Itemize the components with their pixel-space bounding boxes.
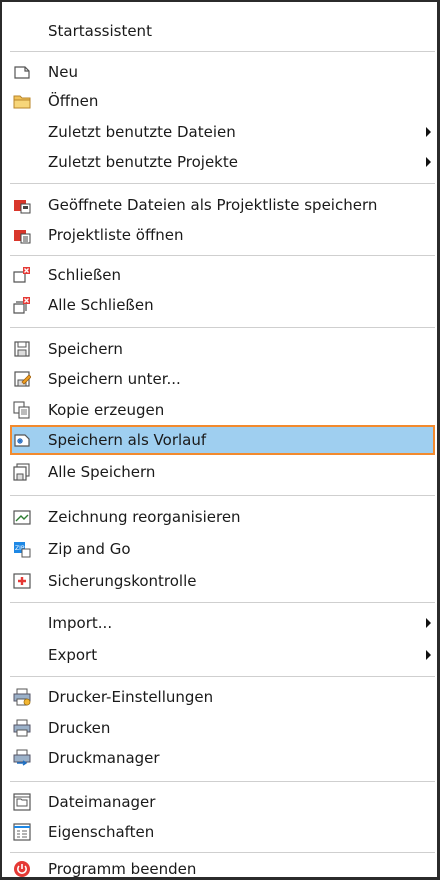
- menu-item-export[interactable]: Export: [10, 640, 435, 670]
- save-as-template-icon: [13, 431, 31, 449]
- menu-item-neu[interactable]: Neu: [10, 57, 435, 87]
- menu-item-dateimanager[interactable]: Dateimanager: [10, 787, 435, 817]
- print-manager-icon: [13, 749, 31, 767]
- close-all-icon: [13, 296, 31, 314]
- menu-item-label: Alle Speichern: [48, 463, 156, 481]
- menu-separator: [10, 676, 435, 677]
- menu-item-label: Projektliste öffnen: [48, 226, 184, 244]
- menu-item-label: Öffnen: [48, 92, 99, 110]
- save-project-list-icon: [13, 196, 31, 214]
- menu-item-label: Neu: [48, 63, 78, 81]
- zip-icon: ZIP: [13, 540, 31, 558]
- menu-item-projektliste-oeffnen[interactable]: Projektliste öffnen: [10, 220, 435, 250]
- menu-item-drucker-einstellungen[interactable]: Drucker-Einstellungen: [10, 682, 435, 712]
- close-document-icon: [13, 266, 31, 284]
- menu-item-label: Eigenschaften: [48, 823, 155, 841]
- menu-separator: [10, 51, 435, 52]
- menu-separator: [10, 255, 435, 256]
- file-manager-icon: [13, 793, 31, 811]
- menu-item-label: Alle Schließen: [48, 296, 154, 314]
- menu-item-label: Drucken: [48, 719, 111, 737]
- menu-separator: [10, 852, 435, 853]
- menu-item-oeffnen[interactable]: Öffnen: [10, 86, 435, 116]
- backup-control-icon: [13, 572, 31, 590]
- save-as-icon: [13, 370, 31, 388]
- menu-item-speichern[interactable]: Speichern: [10, 334, 435, 364]
- menu-separator: [10, 495, 435, 496]
- menu-item-zuletzt-dateien[interactable]: Zuletzt benutzte Dateien: [10, 117, 435, 147]
- menu-item-speichern-unter[interactable]: Speichern unter...: [10, 364, 435, 394]
- copy-icon: [13, 401, 31, 419]
- menu-item-label: Zip and Go: [48, 540, 131, 558]
- menu-item-speichern-als-vorlauf[interactable]: Speichern als Vorlauf: [10, 425, 435, 455]
- menu-item-eigenschaften[interactable]: Eigenschaften: [10, 817, 435, 847]
- menu-item-label: Import...: [48, 614, 113, 632]
- power-icon: [13, 860, 31, 878]
- menu-item-label: Druckmanager: [48, 749, 160, 767]
- menu-item-alle-speichern[interactable]: Alle Speichern: [10, 457, 435, 487]
- menu-item-kopie-erzeugen[interactable]: Kopie erzeugen: [10, 395, 435, 425]
- menu-item-sicherungskontrolle[interactable]: Sicherungskontrolle: [10, 566, 435, 596]
- file-menu: Startassistent Neu Öffnen Zuletzt benutz…: [0, 0, 440, 880]
- menu-item-label: Startassistent: [48, 22, 152, 40]
- menu-item-zuletzt-projekte[interactable]: Zuletzt benutzte Projekte: [10, 147, 435, 177]
- save-all-icon: [13, 463, 31, 481]
- menu-item-alle-schliessen[interactable]: Alle Schließen: [10, 290, 435, 320]
- menu-item-geoeffnete-als-projektliste[interactable]: Geöffnete Dateien als Projektliste speic…: [10, 190, 435, 220]
- menu-item-label: Zeichnung reorganisieren: [48, 508, 241, 526]
- menu-item-label: Speichern: [48, 340, 123, 358]
- menu-separator: [10, 183, 435, 184]
- menu-item-import[interactable]: Import...: [10, 608, 435, 638]
- folder-open-icon: [13, 92, 31, 110]
- menu-item-label: Zuletzt benutzte Projekte: [48, 153, 238, 171]
- menu-item-label: Export: [48, 646, 98, 664]
- menu-separator: [10, 781, 435, 782]
- menu-item-zeichnung-reorganisieren[interactable]: Zeichnung reorganisieren: [10, 502, 435, 532]
- submenu-arrow-icon: [426, 650, 431, 660]
- menu-item-label: Programm beenden: [48, 860, 197, 878]
- menu-separator: [10, 327, 435, 328]
- menu-item-drucken[interactable]: Drucken: [10, 713, 435, 743]
- menu-item-label: Drucker-Einstellungen: [48, 688, 214, 706]
- menu-item-label: Speichern als Vorlauf: [48, 431, 207, 449]
- submenu-arrow-icon: [426, 157, 431, 167]
- menu-item-programm-beenden[interactable]: Programm beenden: [10, 854, 435, 884]
- menu-item-label: Geöffnete Dateien als Projektliste speic…: [48, 196, 378, 214]
- new-document-icon: [13, 63, 31, 81]
- menu-item-schliessen[interactable]: Schließen: [10, 260, 435, 290]
- submenu-arrow-icon: [426, 127, 431, 137]
- menu-item-label: Kopie erzeugen: [48, 401, 165, 419]
- open-project-list-icon: [13, 226, 31, 244]
- save-icon: [13, 340, 31, 358]
- menu-item-label: Speichern unter...: [48, 370, 181, 388]
- submenu-arrow-icon: [426, 618, 431, 628]
- menu-item-label: Schließen: [48, 266, 122, 284]
- menu-separator: [10, 602, 435, 603]
- menu-item-druckmanager[interactable]: Druckmanager: [10, 743, 435, 773]
- menu-item-label: Dateimanager: [48, 793, 156, 811]
- menu-item-startassistent[interactable]: Startassistent: [10, 16, 435, 46]
- menu-item-label: Sicherungskontrolle: [48, 572, 197, 590]
- menu-item-label: Zuletzt benutzte Dateien: [48, 123, 236, 141]
- printer-icon: [13, 719, 31, 737]
- reorganize-drawing-icon: [13, 508, 31, 526]
- printer-settings-icon: [13, 688, 31, 706]
- menu-item-zip-and-go[interactable]: ZIP Zip and Go: [10, 534, 435, 564]
- properties-icon: [13, 823, 31, 841]
